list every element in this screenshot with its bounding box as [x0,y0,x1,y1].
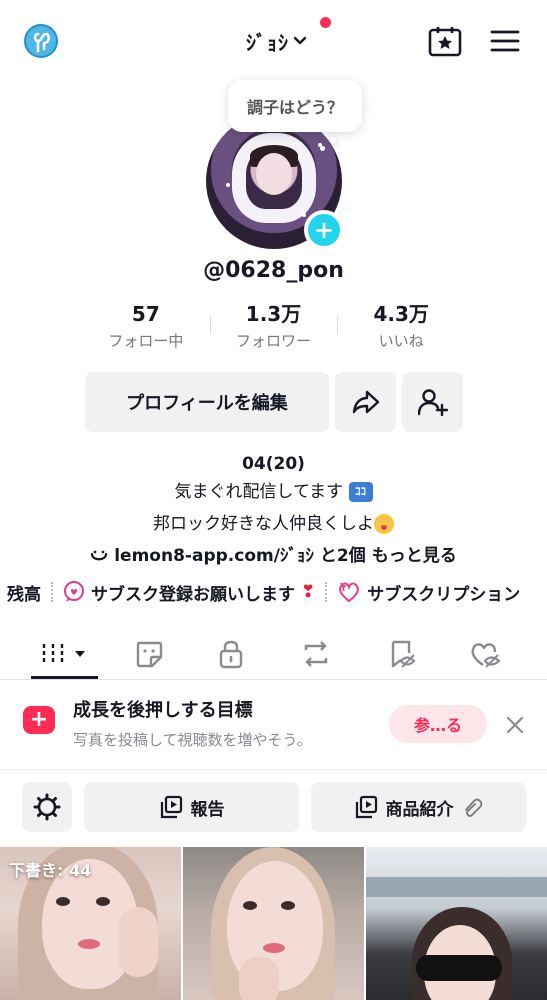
share-icon [352,390,379,414]
account-name: ｼﾞｮｼ [246,30,289,55]
tools-row: 報告 商品紹介 [0,782,547,834]
calendar-star-icon[interactable] [428,25,462,57]
growth-subtitle: 写真を投稿して視聴数を増やそう。 [73,731,312,749]
username: @0628_pon [203,258,344,283]
status-bubble[interactable]: 調子はどう？ [228,80,362,132]
hamburger-menu-icon[interactable] [490,29,520,53]
subscription-strip[interactable]: 残高 サブスク登録お願いします ❣ サブスクリプション [0,574,547,610]
content-tabs [0,624,547,680]
video-stack-icon [160,795,182,819]
link-icon [91,550,108,561]
video-thumbnail[interactable] [366,847,547,1000]
kiss-emoji-icon [374,514,394,534]
growth-goal-banner[interactable]: + 成長を後押しする目標 写真を投稿して視聴数を増やそう。 参…る [0,680,547,770]
see-more-link[interactable]: もっと見る [372,542,457,570]
stat-followers[interactable]: 1.3万 フォロワー [209,300,338,356]
product-showcase-button[interactable]: 商品紹介 [311,782,526,832]
growth-title: 成長を後押しする目標 [73,700,253,721]
subscription-link[interactable]: サブスクリプション [337,580,520,605]
tab-favorites[interactable] [119,632,179,676]
tab-hidden[interactable] [372,632,432,676]
sticker-icon [136,641,163,668]
balance-link[interactable]: 残高 [7,580,41,605]
settings-button[interactable] [22,782,72,832]
stats-row: 57 フォロー中 1.3万 フォロワー 4.3万 いいね [82,300,465,356]
gear-icon [33,793,61,821]
growth-plus-icon: + [23,706,55,734]
bio-line-2: 気まぐれ配信してます ｺｺ [0,478,547,506]
heart-star-icon [339,582,360,603]
add-friend-button[interactable] [402,372,463,432]
lock-icon [219,640,243,669]
close-icon[interactable] [502,712,528,738]
growth-join-button[interactable]: 参…る [389,705,487,743]
active-tab-indicator [31,676,98,679]
stat-following[interactable]: 57 フォロー中 [82,300,210,356]
app-logo-icon[interactable] [24,24,58,58]
profile-actions: プロフィールを編集 [85,372,463,432]
bio-line-1: 04(20) [242,454,305,474]
video-grid: 下書き: 44 [0,847,547,1000]
grid-view-icon [42,644,85,664]
chevron-down-icon [293,36,307,45]
tab-reposts[interactable] [286,632,346,676]
sunglasses [416,955,502,981]
notification-dot [320,17,331,28]
draft-count-label: 下書き: 44 [9,861,92,880]
video-stack-icon [355,795,377,819]
add-user-icon [417,389,448,416]
bio-link[interactable]: lemon8-app.com/ｼﾞｮｼ と2個 もっと見る [90,542,457,570]
top-bar: ｼﾞｮｼ [0,0,547,80]
bio: 04(20) 気まぐれ配信してます ｺｺ 邦ロック好きな人仲良くしよ lemon… [0,450,547,572]
speech-heart-icon [64,581,84,602]
koko-emoji-icon: ｺｺ [348,482,373,502]
heart-hidden-icon [471,643,501,668]
stat-likes[interactable]: 4.3万 いいね [337,300,465,356]
add-avatar-button[interactable]: + [304,210,344,250]
share-profile-button[interactable] [335,372,396,432]
tab-liked[interactable] [455,632,515,676]
bookmark-hidden-icon [391,640,416,668]
edit-profile-button[interactable]: プロフィールを編集 [85,372,329,432]
bio-line-3: 邦ロック好きな人仲良くしよ [0,510,547,538]
tab-private[interactable] [201,632,261,676]
paperclip-icon [464,798,482,817]
draft-thumbnail[interactable]: 下書き: 44 [0,847,181,1000]
video-thumbnail[interactable] [183,847,364,1000]
subscribe-request-link[interactable]: サブスク登録お願いします ❣ [63,580,315,605]
tab-videos[interactable] [34,632,94,676]
report-button[interactable]: 報告 [84,782,299,832]
repost-icon [304,641,328,667]
account-switcher[interactable]: ｼﾞｮｼ [246,26,307,56]
